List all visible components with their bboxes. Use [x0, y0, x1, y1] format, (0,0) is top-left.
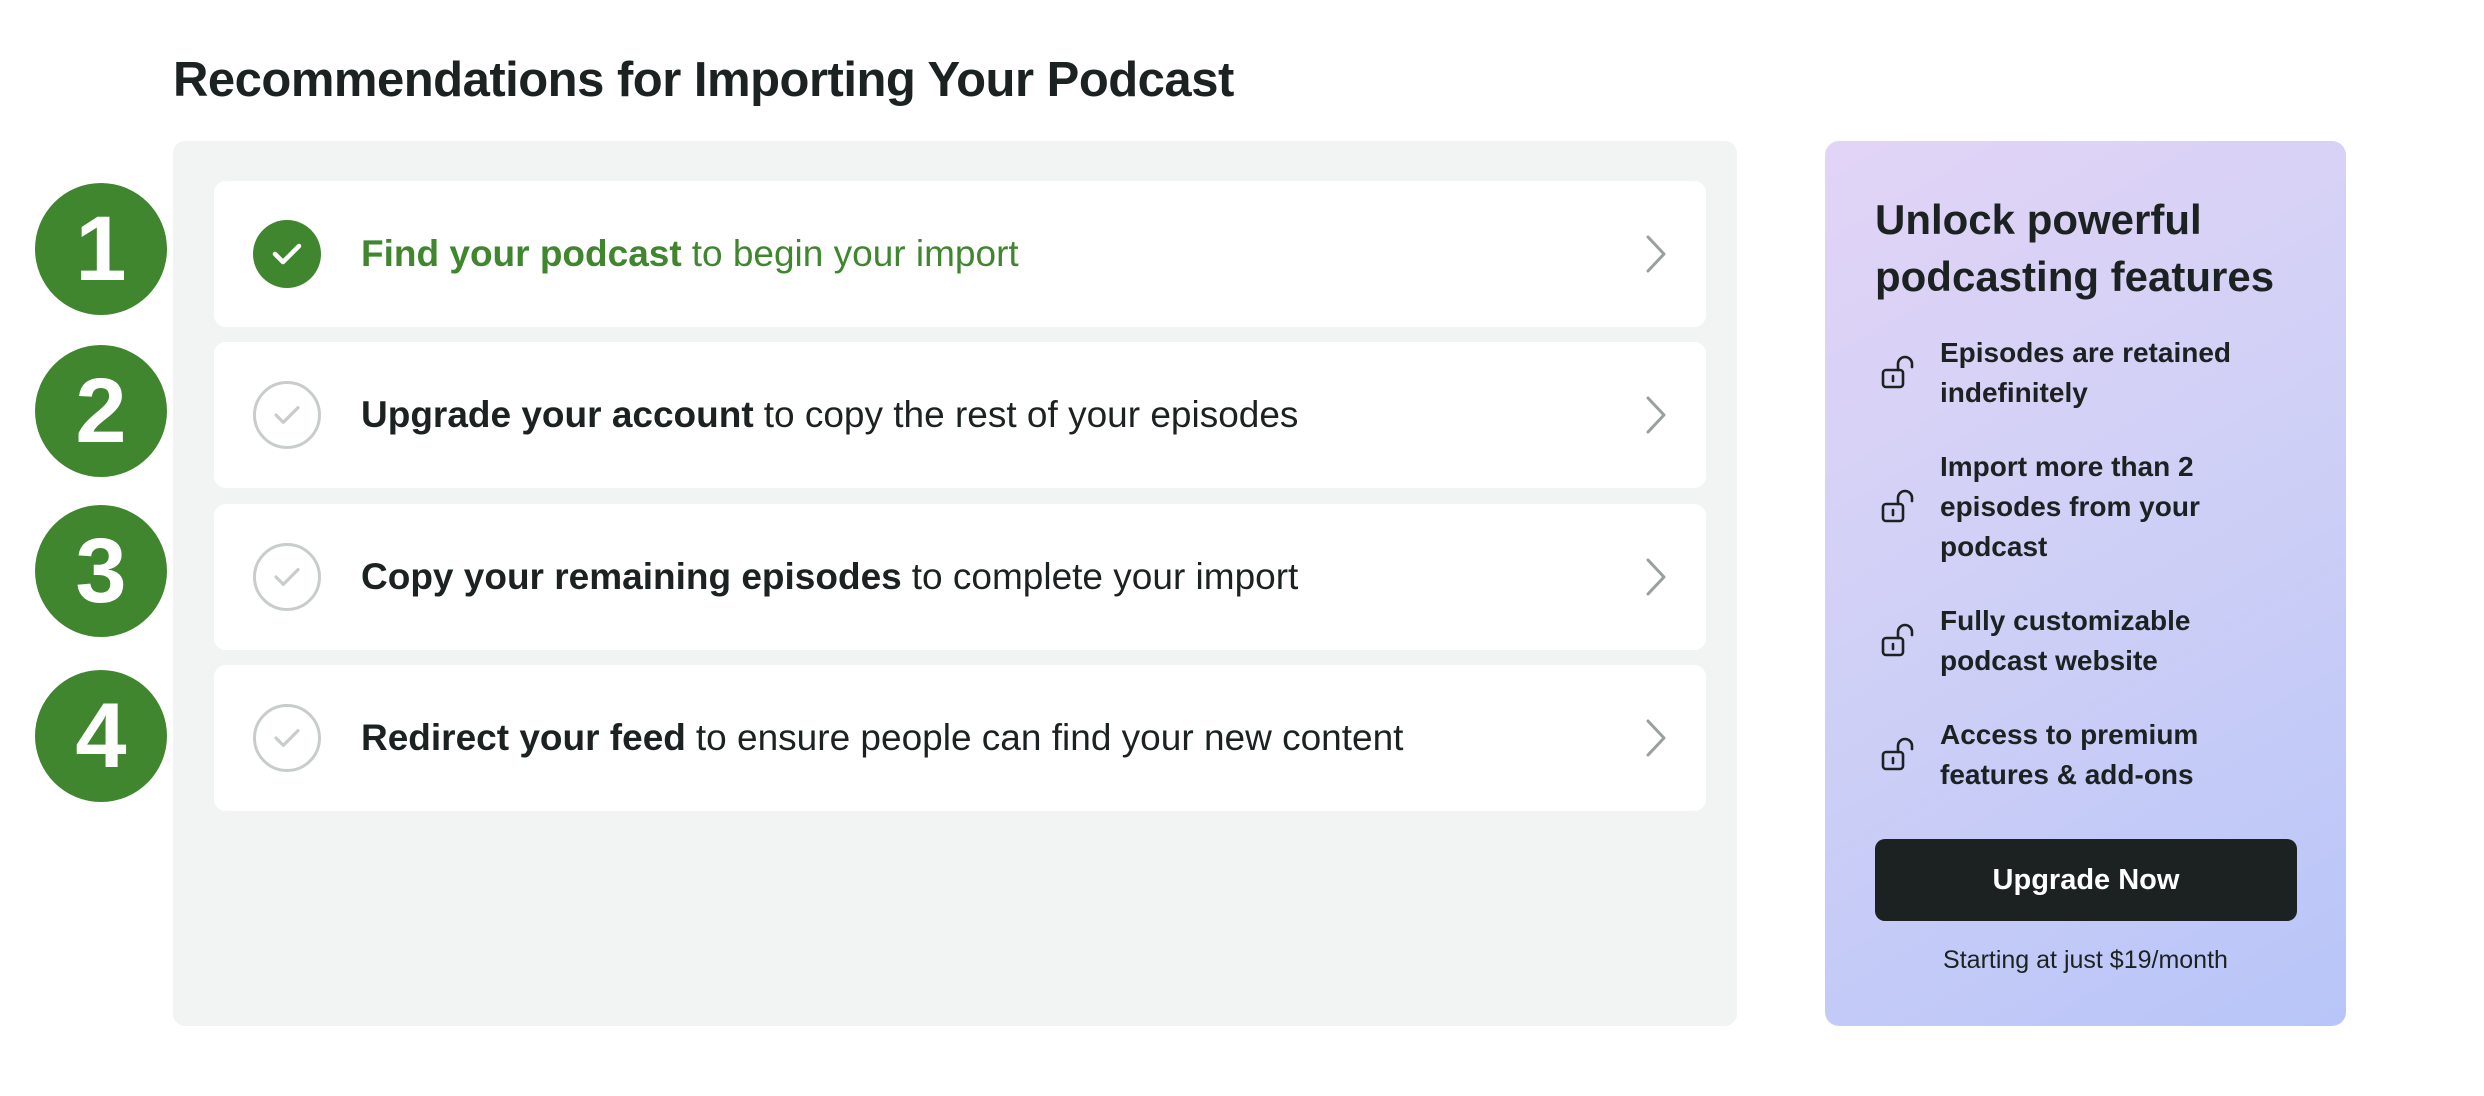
price-note: Starting at just $19/month — [1943, 946, 2228, 974]
unlock-icon — [1881, 355, 1914, 389]
unlock-icon — [1881, 737, 1914, 771]
step-text: Copy your remaining episodes to complete… — [361, 504, 1298, 650]
feature-item: Access to premium features & add-ons — [1875, 715, 2315, 795]
step-number-1: 1 — [35, 183, 167, 315]
step-upgrade-account[interactable]: Upgrade your account to copy the rest of… — [214, 342, 1706, 488]
chevron-right-icon — [1646, 235, 1666, 273]
upgrade-card: Unlock powerful podcasting features Epis… — [1825, 141, 2346, 1026]
card-title: Unlock powerful podcasting features — [1875, 196, 2275, 300]
step-bold-text: Copy your remaining episodes — [361, 556, 902, 597]
step-find-podcast[interactable]: Find your podcast to begin your import — [214, 181, 1706, 327]
step-text: Upgrade your account to copy the rest of… — [361, 342, 1298, 488]
step-bold-text: Redirect your feed — [361, 717, 686, 758]
feature-text: Episodes are retained indefinitely — [1940, 337, 2232, 408]
step-rest-text: to ensure people can find your new conte… — [695, 717, 1404, 758]
step-bold-text: Upgrade your account — [361, 394, 754, 435]
check-complete-icon — [253, 220, 321, 288]
step-text: Redirect your feed to ensure people can … — [361, 665, 1403, 811]
unlock-icon — [1881, 489, 1914, 523]
feature-text: Access to premium features & add-ons — [1940, 719, 2199, 790]
step-rest-text: to begin your import — [691, 233, 1019, 274]
check-incomplete-icon — [253, 704, 321, 772]
step-rest-text: to copy the rest of your episodes — [763, 394, 1299, 435]
upgrade-now-button[interactable]: Upgrade Now — [1875, 839, 2297, 921]
check-incomplete-icon — [253, 381, 321, 449]
step-copy-episodes[interactable]: Copy your remaining episodes to complete… — [214, 504, 1706, 650]
step-rest-text: to complete your import — [911, 556, 1299, 597]
chevron-right-icon — [1646, 558, 1666, 596]
check-incomplete-icon — [253, 543, 321, 611]
page-title: Recommendations for Importing Your Podca… — [173, 53, 1234, 107]
chevron-right-icon — [1646, 396, 1666, 434]
step-bold-text: Find your podcast — [361, 233, 682, 274]
step-number-2: 2 — [35, 345, 167, 477]
unlock-icon — [1881, 623, 1914, 657]
step-text: Find your podcast to begin your import — [361, 181, 1019, 327]
feature-item: Episodes are retained indefinitely — [1875, 333, 2315, 413]
feature-text: Fully customizable podcast website — [1940, 605, 2191, 676]
feature-item: Fully customizable podcast website — [1875, 601, 2315, 681]
feature-item: Import more than 2 episodes from your po… — [1875, 447, 2315, 567]
step-redirect-feed[interactable]: Redirect your feed to ensure people can … — [214, 665, 1706, 811]
step-number-4: 4 — [35, 670, 167, 802]
feature-text: Import more than 2 episodes from your po… — [1940, 451, 2200, 562]
step-number-3: 3 — [35, 505, 167, 637]
chevron-right-icon — [1646, 719, 1666, 757]
